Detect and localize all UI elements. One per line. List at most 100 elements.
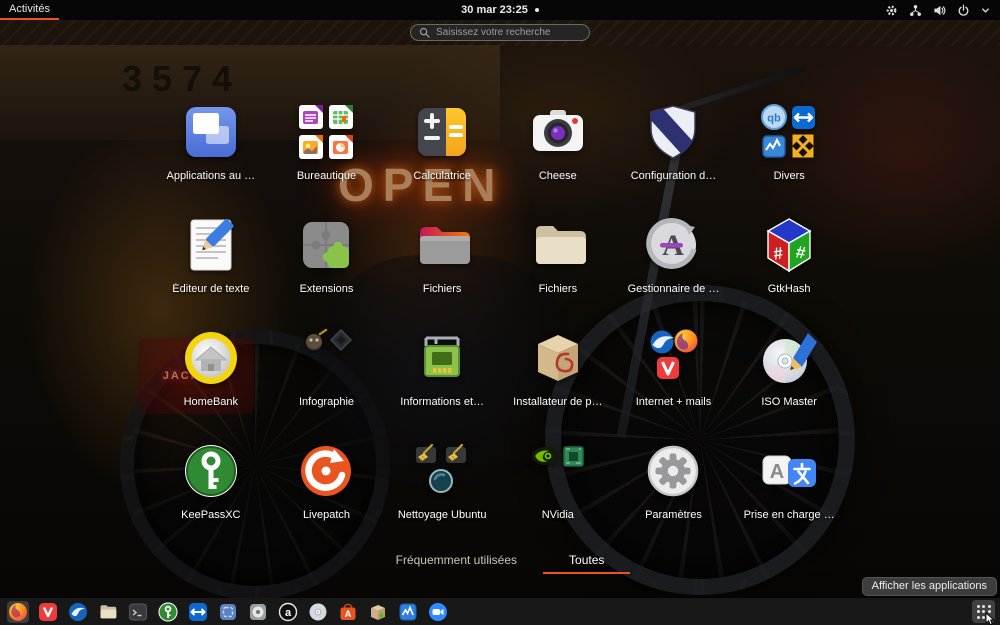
app-calculator[interactable]: Calculatrice xyxy=(384,94,500,207)
tab-frequent[interactable]: Fréquemment utilisées xyxy=(370,549,543,574)
blue-app-icon[interactable] xyxy=(217,601,239,623)
black-a-icon[interactable]: a xyxy=(277,601,299,623)
package-box-icon[interactable] xyxy=(367,601,389,623)
app-folder-internet[interactable]: Internet + mails xyxy=(616,320,732,433)
search-bar[interactable] xyxy=(410,24,590,41)
thunderbird-icon[interactable] xyxy=(67,601,89,623)
app-label: Internet + mails xyxy=(636,396,712,408)
show-applications-tooltip: Afficher les applications xyxy=(862,577,997,596)
app-gtkhash[interactable]: ## GtkHash xyxy=(731,207,847,320)
app-files[interactable]: Fichiers xyxy=(500,207,616,320)
search-icon xyxy=(419,27,430,38)
extensions-puzzle-icon xyxy=(294,213,358,277)
nvidia-folder-icon xyxy=(526,439,590,503)
chevron-down-icon xyxy=(981,6,990,15)
homebank-icon xyxy=(179,326,243,390)
files-folder-icon[interactable] xyxy=(97,601,119,623)
application-grid: Applications au … Bureautique Calculatri… xyxy=(153,94,847,546)
app-label: Prise en charge … xyxy=(744,509,835,521)
disks-icon[interactable] xyxy=(247,601,269,623)
app-language-support[interactable]: A Prise en charge … xyxy=(731,433,847,546)
system-status-area[interactable] xyxy=(875,0,1000,20)
app-label: Bureautique xyxy=(297,170,356,182)
app-label: Nettoyage Ubuntu xyxy=(398,509,487,521)
cleaning-folder-icon xyxy=(410,439,474,503)
vivaldi-icon[interactable] xyxy=(37,601,59,623)
app-picker-tabs: Fréquemment utilisées Toutes xyxy=(0,549,1000,574)
misc-folder-icon: qb xyxy=(757,100,821,164)
app-livepatch[interactable]: Livepatch xyxy=(269,433,385,546)
network-icon xyxy=(909,4,922,17)
cd-disc-icon[interactable] xyxy=(307,601,329,623)
tab-all[interactable]: Toutes xyxy=(543,549,630,574)
gtkhash-cube-icon: ## xyxy=(757,213,821,277)
calculator-icon xyxy=(410,100,474,164)
app-label: Cheese xyxy=(539,170,577,182)
app-label: Calculatrice xyxy=(413,170,470,182)
folder-icon xyxy=(526,213,590,277)
graphics-folder-icon xyxy=(294,326,358,390)
firefox-icon[interactable] xyxy=(7,601,29,623)
app-iso-master[interactable]: ISO Master xyxy=(731,320,847,433)
mouse-cursor-icon xyxy=(985,612,997,625)
internet-folder-icon xyxy=(641,326,705,390)
hardware-info-icon xyxy=(410,326,474,390)
app-startup-applications[interactable]: Applications au … xyxy=(153,94,269,207)
app-folder-nettoyage[interactable]: Nettoyage Ubuntu xyxy=(384,433,500,546)
dock: a A xyxy=(0,598,1000,625)
app-folder-infographie[interactable]: Infographie xyxy=(269,320,385,433)
software-store-icon[interactable]: A xyxy=(337,601,359,623)
notification-dot-icon xyxy=(535,8,539,12)
app-label: Livepatch xyxy=(303,509,350,521)
office-folder-icon xyxy=(294,100,358,164)
teamviewer-icon[interactable] xyxy=(187,601,209,623)
app-label: Installateur de p… xyxy=(513,396,602,408)
svg-text:a: a xyxy=(285,607,292,619)
app-label: Fichiers xyxy=(423,283,462,295)
language-support-icon: A xyxy=(757,439,821,503)
app-label: Infographie xyxy=(299,396,354,408)
startup-applications-icon xyxy=(179,100,243,164)
app-system-configuration[interactable]: Configuration d… xyxy=(616,94,732,207)
app-label: Fichiers xyxy=(539,283,578,295)
app-label: Extensions xyxy=(300,283,354,295)
keepassxc-icon[interactable] xyxy=(157,601,179,623)
app-keepassxc[interactable]: KeePassXC xyxy=(153,433,269,546)
app-text-editor[interactable]: Éditeur de texte xyxy=(153,207,269,320)
app-files-pink[interactable]: Fichiers xyxy=(384,207,500,320)
activities-button[interactable]: Activités xyxy=(0,0,59,20)
app-homebank[interactable]: HomeBank xyxy=(153,320,269,433)
app-cheese[interactable]: Cheese xyxy=(500,94,616,207)
package-installer-icon xyxy=(526,326,590,390)
system-monitor-icon[interactable] xyxy=(397,601,419,623)
system-config-shield-icon xyxy=(641,100,705,164)
app-settings[interactable]: Paramètres xyxy=(616,433,732,546)
show-applications-button[interactable] xyxy=(972,600,995,623)
app-hardware-info[interactable]: Informations et… xyxy=(384,320,500,433)
folder-pink-icon xyxy=(410,213,474,277)
search-input[interactable] xyxy=(436,27,581,38)
app-label: NVidia xyxy=(542,509,574,521)
app-folder-bureautique[interactable]: Bureautique xyxy=(269,94,385,207)
app-folder-divers[interactable]: qb Divers xyxy=(731,94,847,207)
settings-gear-icon xyxy=(641,439,705,503)
zoom-icon[interactable] xyxy=(427,601,449,623)
clock-label: 30 mar 23:25 xyxy=(461,4,528,16)
volume-icon xyxy=(933,4,946,17)
app-update-manager[interactable]: A Gestionnaire de … xyxy=(616,207,732,320)
app-label: Gestionnaire de … xyxy=(628,283,720,295)
app-label: Applications au … xyxy=(166,170,255,182)
terminal-icon[interactable] xyxy=(127,601,149,623)
app-label: Configuration d… xyxy=(631,170,717,182)
clock-area[interactable]: 30 mar 23:25 xyxy=(0,0,1000,20)
app-label: HomeBank xyxy=(184,396,238,408)
app-label: Paramètres xyxy=(645,509,702,521)
app-label: Informations et… xyxy=(400,396,484,408)
app-folder-nvidia[interactable]: NVidia xyxy=(500,433,616,546)
app-extensions[interactable]: Extensions xyxy=(269,207,385,320)
app-label: GtkHash xyxy=(768,283,811,295)
keepassxc-icon xyxy=(179,439,243,503)
gnome-activities-overview: 3574 JACKPOT OPEN Activités 30 mar 23:25 xyxy=(0,0,1000,625)
app-package-installer[interactable]: Installateur de p… xyxy=(500,320,616,433)
svg-text:A: A xyxy=(345,609,352,620)
